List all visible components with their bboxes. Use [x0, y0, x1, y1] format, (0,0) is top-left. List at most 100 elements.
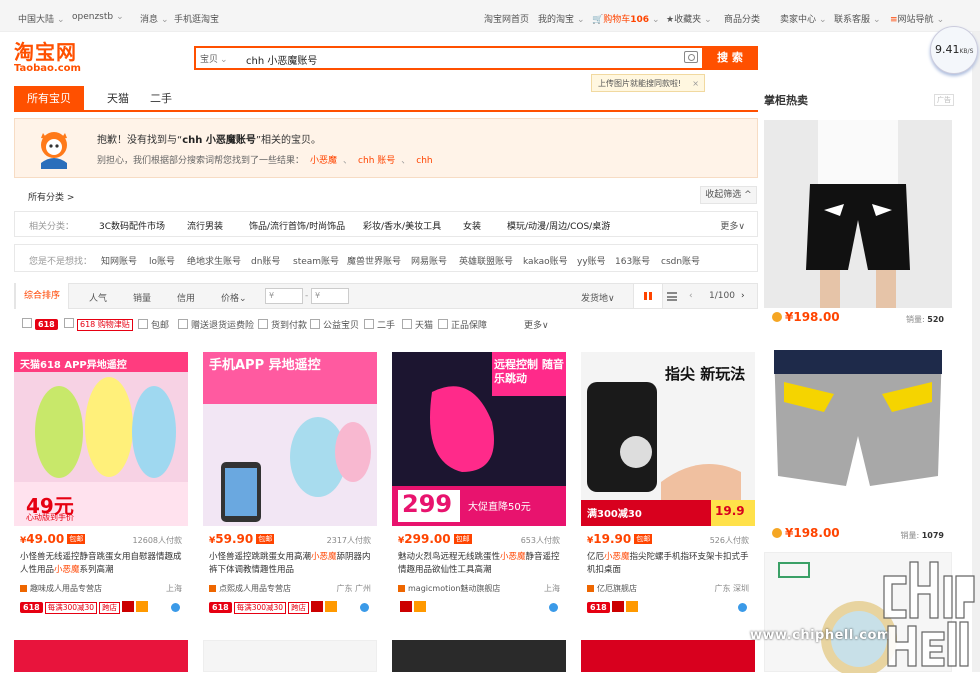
favorites-link[interactable]: ★收藏夹 ⌄ [666, 12, 712, 25]
shop-link[interactable]: magicmotion魅动旗舰店 [398, 583, 500, 594]
filter-secondhand[interactable]: 二手 [364, 318, 395, 331]
service-link[interactable]: 联系客服 ⌄ [834, 12, 881, 25]
product-card-partial[interactable] [14, 640, 188, 672]
category-link[interactable]: 彩妆/香水/美妆工具 [363, 219, 441, 232]
cart-link[interactable]: 🛒购物车106 ⌄ [592, 12, 660, 25]
wangwang-chat-icon[interactable] [360, 603, 369, 612]
filter-return-insurance[interactable]: 赠送退货运费险 [178, 318, 254, 331]
guess-link[interactable]: 163账号 [615, 254, 650, 267]
guess-link[interactable]: 网易账号 [411, 254, 447, 267]
filter-618-allowance[interactable]: 618 购物津贴 [64, 318, 133, 331]
product-card-partial[interactable] [392, 640, 566, 672]
guess-link[interactable]: dn账号 [251, 254, 280, 267]
filter-free-shipping[interactable]: 包邮 [138, 318, 169, 331]
product-card[interactable]: 天猫618 APP异地遥控 49元 心动版到手价 ¥49.00 包邮 12608人… [14, 352, 188, 624]
shop-link[interactable]: 点熙成人用品专营店 [209, 583, 291, 594]
region-selector[interactable]: 中国大陆 ⌄ [18, 12, 65, 25]
mobile-taobao-link[interactable]: 手机逛淘宝 [174, 12, 219, 25]
filters-more-button[interactable]: 更多∨ [524, 318, 549, 331]
category-link[interactable]: 流行男装 [187, 219, 223, 232]
seller-center-link[interactable]: 卖家中心 ⌄ [780, 12, 827, 25]
guess-link[interactable]: lo账号 [149, 254, 175, 267]
logo-text-cn: 淘宝网 [14, 40, 77, 64]
product-image[interactable]: 手机APP 异地遥控 [203, 352, 377, 526]
guess-link[interactable]: 英雄联盟账号 [459, 254, 513, 267]
sort-credit[interactable]: 信用 [177, 291, 195, 304]
category-link[interactable]: 饰品/流行首饰/时尚饰品 [249, 219, 345, 232]
category-link[interactable]: 女装 [463, 219, 481, 232]
sidebar-product-image[interactable] [764, 120, 952, 308]
camera-icon[interactable] [684, 51, 698, 63]
product-title[interactable]: 亿厄小恶魔指尖陀螺手机指环支架卡扣式手机扣桌面 [587, 551, 751, 577]
sidebar-product-image[interactable] [764, 336, 952, 524]
user-menu[interactable]: openzstb ⌄ [72, 12, 124, 22]
ship-from-select[interactable]: 发货地∨ [581, 291, 615, 304]
category-link[interactable]: 模玩/动漫/周边/COS/桌游 [507, 219, 610, 232]
guess-link[interactable]: steam账号 [293, 254, 339, 267]
categories-more-button[interactable]: 更多∨ [720, 219, 745, 232]
suggestion-link[interactable]: chh 账号 [358, 156, 395, 166]
search-input[interactable]: chh 小恶魔账号 [246, 52, 317, 67]
product-card-partial[interactable] [203, 640, 377, 672]
sidebar-product[interactable]: ¥198.00 销量: 1079 [764, 336, 952, 546]
price-max-input[interactable]: ¥ [311, 288, 349, 304]
collapse-filter-button[interactable]: 收起筛选 ^ [700, 186, 757, 204]
product-card[interactable]: 远程控制 随音乐跳动 299 大促直降50元 ¥299.00 包邮 653人付款 … [392, 352, 566, 624]
wangwang-chat-icon[interactable] [171, 603, 180, 612]
product-card[interactable]: 指尖 新玩法 19.9 满300减30 ¥19.90 包邮 526人付款 亿厄小恶… [581, 352, 755, 624]
sort-sales[interactable]: 销量 [133, 291, 151, 304]
shop-link[interactable]: 亿厄旗舰店 [587, 583, 637, 594]
sort-price[interactable]: 价格⌄ [221, 291, 247, 304]
guess-link[interactable]: csdn账号 [661, 254, 700, 267]
product-image[interactable]: 天猫618 APP异地遥控 49元 心动版到手价 [14, 352, 188, 526]
badge-618: 618 [587, 602, 610, 613]
chevron-down-icon: ⌄ [819, 15, 827, 25]
filter-charity[interactable]: 公益宝贝 [310, 318, 359, 331]
taobao-home-link[interactable]: 淘宝网首页 [484, 12, 529, 25]
next-page-icon[interactable]: › [741, 291, 745, 301]
filter-genuine[interactable]: 正品保障 [438, 318, 487, 331]
categories-link[interactable]: 商品分类 [724, 12, 760, 25]
sidebar-product[interactable]: ¥198.00 销量: 520 [764, 120, 952, 330]
sort-default[interactable]: 综合排序 [15, 283, 70, 309]
sort-popularity[interactable]: 人气 [89, 291, 107, 304]
search-button[interactable]: 搜 索 [702, 46, 758, 70]
product-location: 广东 深圳 [714, 584, 749, 593]
filter-tmall[interactable]: 天猫 [402, 318, 433, 331]
list-view-icon[interactable] [667, 292, 677, 301]
product-image[interactable]: 远程控制 随音乐跳动 299 大促直降50元 [392, 352, 566, 526]
my-taobao-link[interactable]: 我的淘宝 ⌄ [538, 12, 585, 25]
shorts-image [764, 120, 952, 308]
product-card-partial[interactable] [581, 640, 755, 672]
wangwang-chat-icon[interactable] [738, 603, 747, 612]
tab-secondhand[interactable]: 二手 [146, 86, 176, 112]
site-nav-link[interactable]: ≡网站导航 ⌄ [890, 12, 944, 25]
product-title[interactable]: 小怪兽遥控跳跳蛋女用高潮小恶魔舔阴器内裤下体调教情趣性用品 [209, 551, 373, 577]
wangwang-chat-icon[interactable] [549, 603, 558, 612]
messages-link[interactable]: 消息 ⌄ [140, 12, 169, 25]
taobao-logo[interactable]: 淘宝网 Taobao.com [14, 41, 104, 75]
search-category-select[interactable]: 宝贝 ⌄ [200, 52, 228, 65]
suggestion-link[interactable]: 小恶魔 [310, 156, 337, 166]
tab-tmall[interactable]: 天猫 [98, 86, 138, 112]
guess-link[interactable]: 绝地求生账号 [187, 254, 241, 267]
category-link[interactable]: 3C数码配件市场 [99, 219, 165, 232]
filter-cod[interactable]: 货到付款 [258, 318, 307, 331]
tab-all[interactable]: 所有宝贝 [14, 86, 84, 112]
guess-link[interactable]: 知网账号 [101, 254, 137, 267]
grid-view-icon[interactable] [633, 283, 663, 309]
suggestion-link[interactable]: chh [416, 156, 432, 166]
product-location: 上海 [166, 584, 182, 593]
filter-618[interactable]: 618 [22, 318, 58, 330]
shop-link[interactable]: 趣味成人用品专营店 [20, 583, 102, 594]
product-title[interactable]: 魅动火烈鸟远程无线跳蛋性小恶魔静音遥控情趣用品欲仙性工具高潮 [398, 551, 562, 577]
prev-page-icon[interactable]: ‹ [689, 291, 693, 301]
guess-link[interactable]: yy账号 [577, 254, 606, 267]
product-card[interactable]: 手机APP 异地遥控 ¥59.90 包邮 2317人付款 小怪兽遥控跳跳蛋女用高潮… [203, 352, 377, 624]
product-image[interactable]: 指尖 新玩法 19.9 满300减30 [581, 352, 755, 526]
guess-link[interactable]: kakao账号 [523, 254, 568, 267]
price-min-input[interactable]: ¥ [265, 288, 303, 304]
all-categories-breadcrumb[interactable]: 所有分类 > [28, 190, 74, 203]
guess-link[interactable]: 魔兽世界账号 [347, 254, 401, 267]
product-title[interactable]: 小怪兽无线遥控静音跳蛋女用自慰器情趣成人性用品小恶魔系列高潮 [20, 551, 184, 577]
